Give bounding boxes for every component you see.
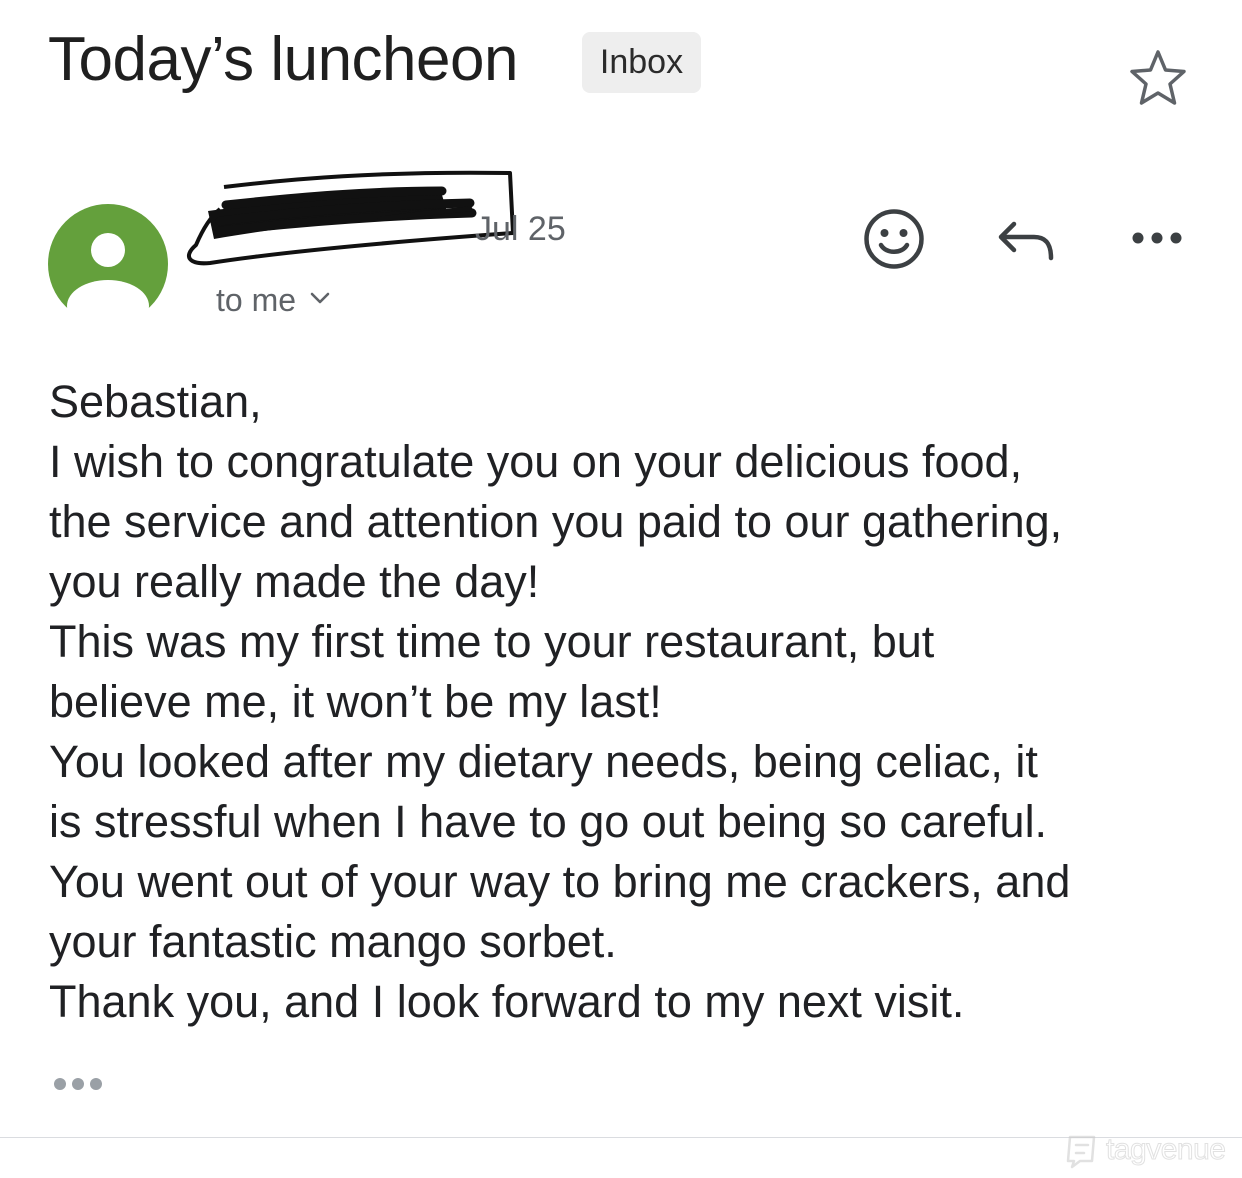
body-line: Sebastian, [49, 376, 262, 427]
bottom-divider [0, 1137, 1242, 1138]
emoji-reaction-button[interactable] [861, 206, 927, 272]
body-line: This was my first time to your restauran… [49, 616, 935, 667]
body-line: I wish to congratulate you on your delic… [49, 436, 1023, 487]
recipients-toggle[interactable]: to me [216, 278, 330, 322]
redacted-sender-name [187, 170, 515, 266]
body-line: is stressful when I have to go out being… [49, 796, 1048, 847]
body-line: You looked after my dietary needs, being… [49, 736, 1038, 787]
watermark: tagvenue [1062, 1128, 1226, 1172]
more-options-button[interactable] [1128, 226, 1186, 250]
body-line: Thank you, and I look forward to my next… [49, 976, 965, 1027]
chevron-down-icon [310, 291, 330, 310]
recipients-label: to me [216, 281, 297, 318]
show-trimmed-content-icon[interactable] [50, 1070, 106, 1098]
email-date: Jul 25 [475, 210, 566, 248]
inbox-label-chip[interactable]: Inbox [582, 32, 701, 93]
email-subject: Today’s luncheon [48, 25, 519, 94]
sender-avatar[interactable] [47, 202, 169, 312]
more-horizontal-icon [1132, 232, 1182, 244]
reply-arrow-icon [998, 221, 1054, 261]
email-body: Sebastian, I wish to congratulate you on… [49, 372, 1229, 1032]
reply-button[interactable] [996, 218, 1058, 264]
body-line: your fantastic mango sorbet. [49, 916, 617, 967]
star-icon[interactable] [1126, 48, 1190, 108]
body-line: You went out of your way to bring me cra… [49, 856, 1071, 907]
body-line: you really made the day! [49, 556, 540, 607]
tagvenue-logo-icon [1066, 1135, 1096, 1169]
body-line: believe me, it won’t be my last! [49, 676, 662, 727]
watermark-text: tagvenue [1105, 1133, 1226, 1167]
smiley-icon [864, 209, 924, 269]
body-line: the service and attention you paid to ou… [49, 496, 1063, 547]
